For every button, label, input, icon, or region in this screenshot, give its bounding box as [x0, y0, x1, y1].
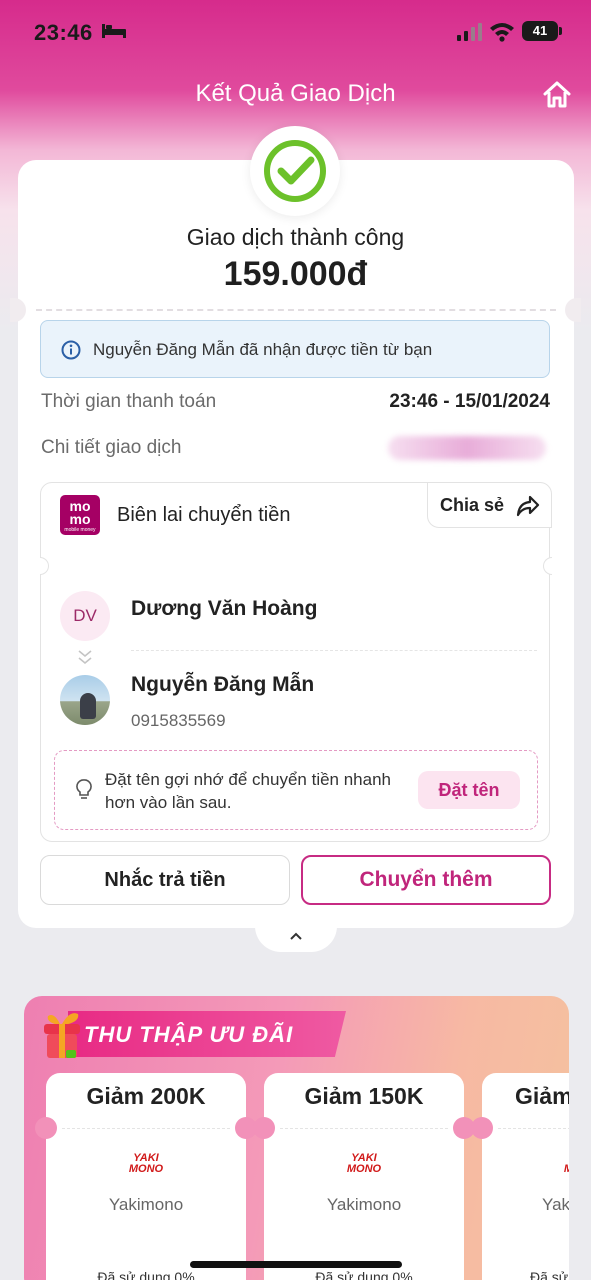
promo-section: THU THẬP ƯU ĐÃI Giảm 200K YAKI MONO Yaki…	[24, 996, 569, 1280]
voucher-card[interactable]: Giảm 200K YAKI MONO Yakimono Đã sử dụng …	[35, 1073, 257, 1280]
voucher-usage: Đã sử dụng 0%	[530, 1269, 569, 1280]
battery-indicator: 41	[522, 21, 558, 41]
hint-text: Đặt tên gợi nhớ để chuyển tiền nhanh hơn…	[105, 770, 391, 812]
status-bar: 23:46 41	[0, 0, 591, 64]
receiver-phone: 0915835569	[131, 711, 226, 730]
sender-name: Dương Văn Hoàng	[131, 597, 318, 620]
info-banner: Nguyễn Đăng Mẫn đã nhận được tiền từ bạn	[40, 320, 550, 378]
remind-payment-button[interactable]: Nhắc trả tiền	[40, 855, 290, 905]
set-nickname-button[interactable]: Đặt tên	[418, 771, 520, 809]
chevron-double-down-icon	[78, 650, 92, 665]
voucher-brand: Yakimono	[108, 1195, 184, 1214]
receipt-notch-right	[543, 557, 552, 575]
share-label: Chia sẻ	[440, 495, 505, 515]
gift-icon	[44, 1013, 80, 1058]
voucher-card[interactable]: Giảm YAKI MONO Yak Đã sử dụng 0%	[471, 1073, 569, 1280]
sender-avatar: DV	[60, 591, 110, 641]
share-button[interactable]: Chia sẻ	[427, 482, 552, 528]
promo-title: THU THẬP ƯU ĐÃI	[84, 1022, 294, 1047]
transaction-status: Giao dịch thành công	[186, 224, 405, 250]
success-badge	[250, 126, 340, 216]
receipt-title: Biên lai chuyển tiền	[117, 504, 291, 526]
home-indicator[interactable]	[190, 1261, 402, 1268]
voucher-title: Giảm	[515, 1083, 569, 1109]
battery-cap	[559, 27, 562, 35]
voucher-title: Giảm 200K	[86, 1083, 206, 1109]
party-divider	[131, 650, 537, 651]
receiver-avatar	[60, 675, 110, 725]
momo-logo: mo mo mobile money	[60, 495, 100, 535]
transaction-amount: 159.000đ	[223, 255, 368, 293]
check-circle-icon	[264, 140, 326, 202]
payment-time-label: Thời gian thanh toán	[41, 391, 217, 412]
transaction-detail-value-blurred	[388, 436, 546, 460]
voucher-brand: Yak	[542, 1195, 569, 1214]
voucher-brand: Yakimono	[326, 1195, 402, 1214]
transaction-detail-label: Chi tiết giao dịch	[41, 437, 182, 458]
transfer-receipt: mo mo mobile money Biên lai chuyển tiền …	[40, 482, 552, 842]
wifi-icon	[490, 23, 514, 42]
transfer-more-button[interactable]: Chuyển thêm	[301, 855, 551, 905]
yakimono-logo: YAKI MONO	[128, 1152, 164, 1175]
receipt-notch-left	[40, 557, 49, 575]
voucher-title: Giảm 150K	[304, 1083, 424, 1109]
chevron-up-icon	[290, 932, 302, 940]
bed-icon	[102, 24, 126, 38]
yakimono-logo: YAKI MONO	[561, 1153, 569, 1181]
collapse-toggle[interactable]	[255, 926, 337, 952]
voucher-usage: Đã sử dụng 0%	[315, 1269, 413, 1280]
bulb-icon	[76, 779, 92, 799]
status-time: 23:46	[34, 20, 93, 45]
signal-icon	[457, 23, 482, 41]
yakimono-logo: YAKI MONO	[346, 1152, 382, 1175]
voucher-usage: Đã sử dụng 0%	[97, 1269, 195, 1280]
share-icon	[516, 495, 540, 517]
payment-time-value: 23:46 - 15/01/2024	[389, 391, 550, 412]
info-message: Nguyễn Đăng Mẫn đã nhận được tiền từ bạn	[93, 340, 433, 359]
info-icon	[61, 340, 81, 360]
voucher-card[interactable]: Giảm 150K YAKI MONO Yakimono Đã sử dụng …	[253, 1073, 475, 1280]
card-divider	[36, 309, 556, 311]
page-title: Kết Quả Giao Dịch	[195, 80, 396, 107]
nickname-hint: Đặt tên gợi nhớ để chuyển tiền nhanh hơn…	[54, 750, 538, 830]
home-icon[interactable]	[542, 80, 572, 110]
receiver-name: Nguyễn Đăng Mẫn	[131, 673, 315, 696]
